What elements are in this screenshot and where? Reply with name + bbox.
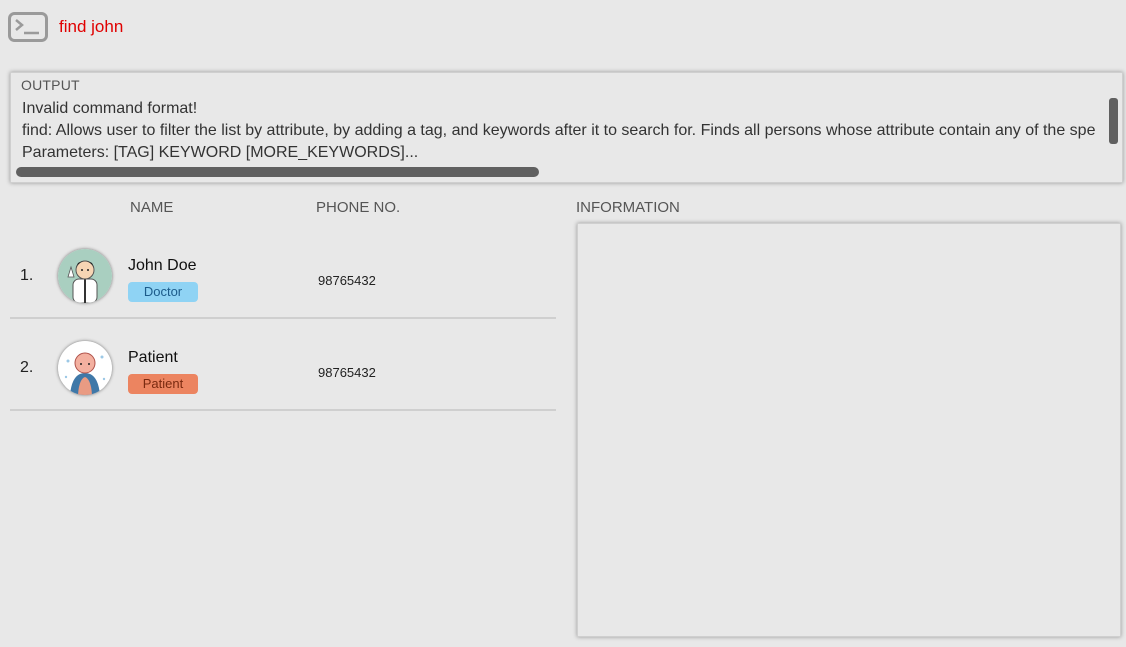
name-column-header: NAME [130,199,174,216]
command-input[interactable] [52,12,1112,42]
output-line: Invalid command format! [22,100,198,117]
patient-avatar-icon [58,341,112,395]
person-name: Patient [128,349,178,366]
person-card[interactable]: 2. Patient Patient 98765432 [10,319,556,411]
person-card[interactable]: 1. John Doe Doctor 98765432 [10,227,556,319]
app-window: OUTPUT Invalid command format! find: All… [0,0,1126,647]
person-index: 1. [20,267,34,284]
output-line: Parameters: [TAG] KEYWORD [MORE_KEYWORDS… [22,144,419,161]
vertical-scrollbar[interactable] [1109,98,1118,144]
person-phone: 98765432 [318,365,376,380]
person-phone: 98765432 [318,273,376,288]
horizontal-scrollbar[interactable] [16,167,539,177]
doctor-avatar-icon [58,249,112,303]
output-text: Invalid command format! find: Allows use… [22,98,1107,164]
information-header: INFORMATION [576,199,680,216]
tag-badge: Doctor [128,282,198,302]
person-name: John Doe [128,257,197,274]
output-panel: OUTPUT Invalid command format! find: All… [10,72,1123,183]
output-label: OUTPUT [21,77,80,93]
phone-column-header: PHONE NO. [316,199,401,216]
tag-badge: Patient [128,374,198,394]
terminal-icon [8,12,48,42]
information-panel [577,223,1121,637]
command-bar [0,0,1126,56]
person-index: 2. [20,359,34,376]
output-line: find: Allows user to filter the list by … [22,122,1096,139]
